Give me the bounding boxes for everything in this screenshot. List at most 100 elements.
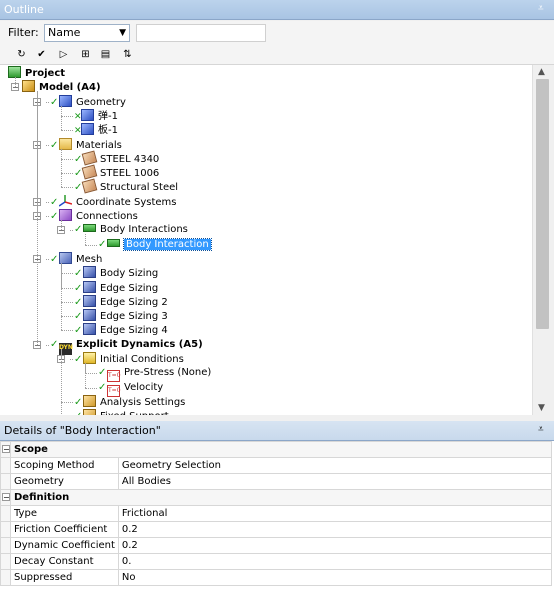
tree-filter-icon[interactable]: ✔ [34,47,49,62]
tree-node[interactable]: ✓ Edge Sizing [74,280,158,295]
suppressed-status-icon: ✕ [74,126,82,137]
tree-node[interactable]: ✓DYN Explicit Dynamics (A5) [50,338,203,355]
check-status-icon: ✓ [74,325,83,337]
check-status-icon: ✓ [50,139,59,151]
tree-node-label: Coordinate Systems [76,196,177,208]
tree-node[interactable]: Project [8,66,65,80]
tree-node[interactable]: ✓ Initial Conditions [74,352,184,366]
property-name: Type [10,505,119,522]
pin-icon[interactable]: ⩡ [538,424,548,436]
tree-node-label: Edge Sizing 4 [100,325,168,337]
sizing-icon [83,309,96,322]
tree-node-label: Model (A4) [39,82,101,94]
tree-node-label: Pre-Stress (None) [124,367,212,379]
details-property-row[interactable]: Scoping Method Geometry Selection [0,457,553,474]
tree-connector [15,77,16,88]
tree-node[interactable]: ✓ Coordinate Systems [50,194,177,209]
details-title: Details of "Body Interaction" [4,424,161,437]
tree-node[interactable]: ✓ T=0 Velocity [98,381,163,397]
tree-node[interactable]: ✓ STEEL 4340 [74,150,160,166]
filter-bar: Filter: Name ▼ [0,21,554,46]
sizing-icon [83,266,96,279]
refresh-icon[interactable]: ↻ [14,47,29,62]
collapse-icon[interactable]: − [2,493,10,502]
tree-node-label: Explicit Dynamics (A5) [76,338,203,350]
check-status-icon: ✓ [74,168,83,180]
tree-connector [61,115,73,117]
details-property-row[interactable]: Dynamic Coefficient 0.2 [0,537,553,554]
details-gutter [0,473,11,490]
tree-node[interactable]: Model (A4) [22,80,101,94]
check-status-icon: ✓ [50,96,59,108]
scroll-down-icon[interactable]: ▼ [538,403,545,413]
expand-all-icon[interactable]: ⊞ [78,47,93,62]
folder-icon[interactable]: ▤ [98,47,113,62]
details-section-row[interactable]: − Scope [0,441,552,458]
filter-search-input[interactable] [136,24,266,42]
tree-node[interactable]: ✓ Analysis Settings [74,394,185,409]
material-icon [81,150,98,166]
property-value[interactable]: Frictional [117,505,553,522]
tree-scroll-thumb[interactable] [536,79,549,329]
tree-node[interactable]: ✓ Fixed Support [74,409,169,415]
tree-node[interactable]: ✓ Mesh [50,251,102,266]
filter-dropdown[interactable]: Name ▼ [44,24,130,42]
tree-node-label: Initial Conditions [100,354,184,365]
details-table: − Scope Scoping Method Geometry Selection Ge… [0,441,553,586]
outline-panel-header: Outline ⩡ [0,0,554,20]
tree-node[interactable]: ✓ Connections [50,209,138,223]
tree-node-label: STEEL 4340 [100,153,160,165]
tree-node[interactable]: ✓ Edge Sizing 4 [74,323,168,337]
property-value[interactable]: All Bodies [117,473,553,490]
sort-icon[interactable]: ⇅ [120,47,135,62]
collapse-icon[interactable]: − [2,445,10,454]
property-value[interactable]: Geometry Selection [117,457,553,474]
tree-node[interactable]: ✓ Body Sizing [74,266,158,280]
tree-connector [46,258,49,260]
details-gutter: − [0,441,11,458]
details-property-row[interactable]: Type Frictional [0,505,553,522]
tree-connector [61,330,73,332]
property-value[interactable]: 0. [117,553,553,570]
tree-node-label: 弹-1 [98,110,118,122]
details-property-row[interactable]: Decay Constant 0. [0,553,553,570]
check-status-icon: ✓ [50,338,59,350]
material-icon [81,164,98,180]
tree-node[interactable]: ✓ STEEL 1006 [74,164,159,180]
details-property-row[interactable]: Suppressed No [0,569,553,586]
scroll-up-icon[interactable]: ▲ [538,67,545,77]
details-section-title: Definition [10,489,552,506]
tree-node[interactable]: ✓ Body Interaction [98,237,212,252]
property-value[interactable]: No [117,569,553,586]
pin-icon[interactable]: ⩡ [538,3,548,15]
check-status-icon: ✓ [98,367,107,379]
details-section-row[interactable]: − Definition [0,489,552,506]
model-icon [22,80,35,93]
generate-icon[interactable]: ▷ [56,47,71,62]
tree-connector [61,316,73,318]
tree-connector [61,287,73,289]
tree-node[interactable]: ✓ Body Interactions [74,223,188,237]
part-icon [81,108,94,121]
tree-node-label: Body Interaction [123,237,212,251]
tree-node[interactable]: ✕ 板-1 [74,123,118,137]
analysis-settings-icon [83,394,96,407]
property-value[interactable]: 0.2 [117,521,553,538]
tree-node[interactable]: ✓ Edge Sizing 2 [74,294,168,309]
property-value[interactable]: 0.2 [117,537,553,554]
check-status-icon: ✓ [74,396,83,408]
tree-node[interactable]: ✓ Structural Steel [74,178,178,194]
details-gutter [0,457,11,474]
tree-connector [46,344,49,346]
tree-node[interactable]: ✓ Edge Sizing 3 [74,309,168,323]
details-property-row[interactable]: Friction Coefficient 0.2 [0,521,553,538]
tree-scrollbar[interactable]: ▲ ▼ [532,65,553,415]
property-name: Geometry [10,473,119,490]
filter-label: Filter: [8,26,39,39]
details-property-row[interactable]: Geometry All Bodies [0,473,553,490]
details-gutter [0,505,11,522]
tree-connector [61,273,73,275]
details-gutter [0,537,11,554]
tree-node[interactable]: ✕ 弹-1 [74,108,118,123]
tree-node[interactable]: ✓ T=0 Pre-Stress (None) [98,366,212,383]
